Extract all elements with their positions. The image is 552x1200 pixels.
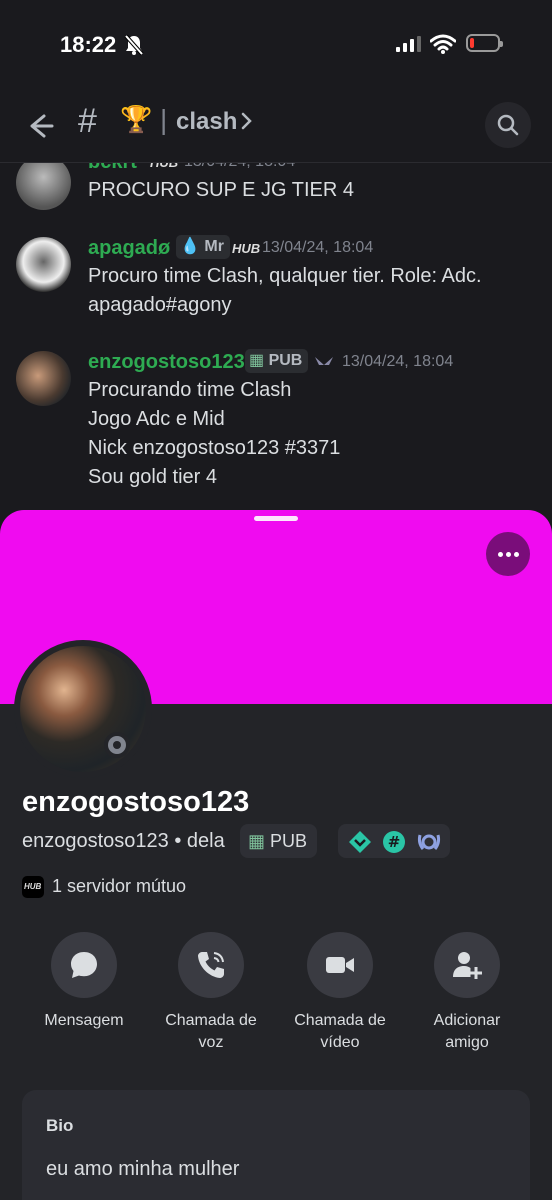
- guild-tag: ▦ PUB: [245, 349, 309, 373]
- channel-header: # 🏆 | clash: [0, 92, 552, 163]
- bell-off-icon: [124, 34, 144, 56]
- video-camera-icon: [326, 957, 354, 973]
- channel-hash-icon: #: [78, 102, 97, 140]
- sheet-drag-handle[interactable]: [254, 516, 298, 521]
- status-bar: 18:22: [0, 0, 552, 90]
- voice-call-action[interactable]: Chamada de voz: [156, 932, 266, 1054]
- status-time: 18:22: [60, 32, 117, 57]
- server-icon: HUB: [22, 876, 44, 898]
- money-icon: ▦: [248, 831, 266, 851]
- server-hub-icon: HUB: [232, 241, 261, 256]
- server-hub-icon: HUB: [150, 163, 178, 170]
- message-line: apagado#agony: [88, 294, 232, 316]
- message-action[interactable]: Mensagem: [29, 932, 139, 1032]
- guild-tag-label: PUB: [270, 831, 308, 851]
- wings-icon: [315, 357, 333, 365]
- search-button[interactable]: [485, 102, 531, 148]
- action-label: Mensagem: [44, 1012, 124, 1029]
- message-username[interactable]: apagadø: [88, 237, 170, 260]
- bio-title: Bio: [46, 1116, 74, 1135]
- money-icon: ▦: [249, 352, 265, 369]
- chevron-right-icon[interactable]: [240, 110, 254, 132]
- laurel-badge-icon[interactable]: [416, 829, 442, 855]
- back-arrow-icon[interactable]: [22, 108, 58, 144]
- video-call-action[interactable]: Chamada de vídeo: [285, 932, 395, 1054]
- bio-card: Bio eu amo minha mulher: [22, 1090, 530, 1200]
- more-dot-icon: [498, 552, 503, 557]
- cellular-signal-icon: [396, 36, 421, 52]
- message-username[interactable]: bckrt: [88, 163, 137, 174]
- message-username[interactable]: enzogostoso123: [88, 351, 245, 374]
- profile-display-name: enzogostoso123: [22, 786, 250, 818]
- voice-call-button[interactable]: [178, 932, 244, 998]
- message-line: PROCURO SUP E JG TIER 4: [88, 179, 354, 201]
- chat-bubble-icon: [71, 952, 97, 978]
- hypesquad-badge-icon[interactable]: [348, 830, 372, 854]
- message-line: Nick enzogostoso123 #3371: [88, 437, 341, 459]
- message-line: Procuro time Clash, qualquer tier. Role:…: [88, 265, 482, 287]
- mutual-servers-label: 1 servidor mútuo: [52, 876, 187, 896]
- action-label: Chamada de voz: [165, 1012, 257, 1051]
- phone-icon: [198, 952, 224, 978]
- more-dot-icon: [514, 552, 519, 557]
- bio-text: eu amo minha mulher: [46, 1158, 240, 1180]
- guild-tag: 💧 Mr: [176, 235, 230, 259]
- more-dot-icon: [506, 552, 511, 557]
- profile-avatar[interactable]: [14, 640, 152, 778]
- profile-badges: #: [338, 824, 450, 858]
- message-line: Procurando time Clash: [88, 379, 292, 401]
- message-line: Jogo Adc e Mid: [88, 408, 225, 430]
- profile-pronouns: dela: [186, 830, 225, 852]
- add-friend-button[interactable]: [434, 932, 500, 998]
- message-timestamp: 13/04/24, 18:04: [342, 353, 454, 370]
- more-options-button[interactable]: [486, 532, 530, 576]
- profile-guild-tag[interactable]: ▦ PUB: [240, 824, 318, 858]
- search-icon: [497, 114, 519, 136]
- avatar[interactable]: [16, 237, 71, 292]
- dot-separator: •: [174, 830, 187, 852]
- add-friend-icon: [453, 952, 482, 979]
- channel-separator: |: [160, 104, 168, 135]
- profile-username: enzogostoso123: [22, 830, 169, 852]
- video-call-button[interactable]: [307, 932, 373, 998]
- hash-badge-icon[interactable]: #: [382, 830, 406, 854]
- offline-status-indicator: [104, 732, 130, 758]
- avatar[interactable]: [16, 351, 71, 406]
- message-timestamp: 13/04/24, 18:04: [262, 239, 374, 256]
- wifi-icon: [430, 34, 456, 54]
- profile-username-line: enzogostoso123 • dela: [22, 830, 225, 853]
- profile-sheet: enzogostoso123 enzogostoso123 • dela ▦ P…: [0, 510, 552, 1200]
- message-line: Sou gold tier 4: [88, 466, 217, 488]
- water-drop-icon: 💧: [180, 238, 200, 255]
- message-list[interactable]: bckrt HUB 13/04/24, 18:04 PROCURO SUP E …: [0, 163, 552, 513]
- svg-text:#: #: [388, 833, 401, 851]
- message-button[interactable]: [51, 932, 117, 998]
- channel-emoji: 🏆: [120, 104, 153, 134]
- action-label: Chamada de vídeo: [294, 1012, 386, 1051]
- avatar[interactable]: [16, 163, 71, 210]
- channel-name[interactable]: clash: [176, 108, 237, 136]
- action-label: Adicionar amigo: [433, 1012, 501, 1051]
- add-friend-action[interactable]: Adicionar amigo: [412, 932, 522, 1054]
- battery-icon: [466, 34, 503, 52]
- message-timestamp: 13/04/24, 18:04: [184, 163, 295, 171]
